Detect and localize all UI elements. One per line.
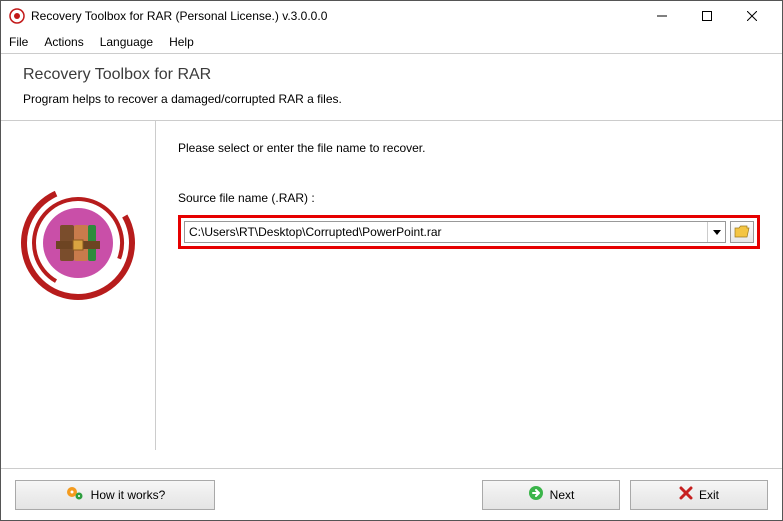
field-label: Source file name (.RAR) :: [178, 191, 760, 205]
app-icon: [9, 8, 25, 24]
gears-icon: [65, 485, 85, 504]
arrow-right-icon: [528, 485, 544, 504]
titlebar: Recovery Toolbox for RAR (Personal Licen…: [1, 1, 782, 31]
window-title: Recovery Toolbox for RAR (Personal Licen…: [31, 9, 639, 23]
window-controls: [639, 2, 774, 30]
minimize-button[interactable]: [639, 2, 684, 30]
next-label: Next: [550, 488, 575, 502]
next-button[interactable]: Next: [482, 480, 620, 510]
menu-language[interactable]: Language: [100, 35, 153, 49]
exit-label: Exit: [699, 488, 719, 502]
folder-open-icon: [734, 225, 750, 239]
prompt-text: Please select or enter the file name to …: [178, 141, 760, 155]
maximize-button[interactable]: [684, 2, 729, 30]
app-logo: [18, 183, 138, 303]
file-row-highlight: [178, 215, 760, 249]
page-title: Recovery Toolbox for RAR: [23, 66, 760, 84]
header: Recovery Toolbox for RAR Program helps t…: [1, 54, 782, 120]
file-input-wrap: [184, 221, 726, 243]
dropdown-button[interactable]: [707, 222, 725, 242]
close-x-icon: [679, 486, 693, 503]
footer: How it works? Next Exit: [1, 468, 782, 520]
how-it-works-label: How it works?: [91, 488, 166, 502]
content: Please select or enter the file name to …: [1, 120, 782, 450]
menubar: File Actions Language Help: [1, 31, 782, 53]
menu-actions[interactable]: Actions: [44, 35, 83, 49]
menu-file[interactable]: File: [9, 35, 28, 49]
main: Please select or enter the file name to …: [156, 121, 782, 450]
menu-help[interactable]: Help: [169, 35, 194, 49]
how-it-works-button[interactable]: How it works?: [15, 480, 215, 510]
source-file-input[interactable]: [185, 222, 707, 242]
close-button[interactable]: [729, 2, 774, 30]
browse-button[interactable]: [730, 221, 754, 243]
sidebar: [1, 121, 156, 450]
exit-button[interactable]: Exit: [630, 480, 768, 510]
page-subtitle: Program helps to recover a damaged/corru…: [23, 92, 760, 106]
